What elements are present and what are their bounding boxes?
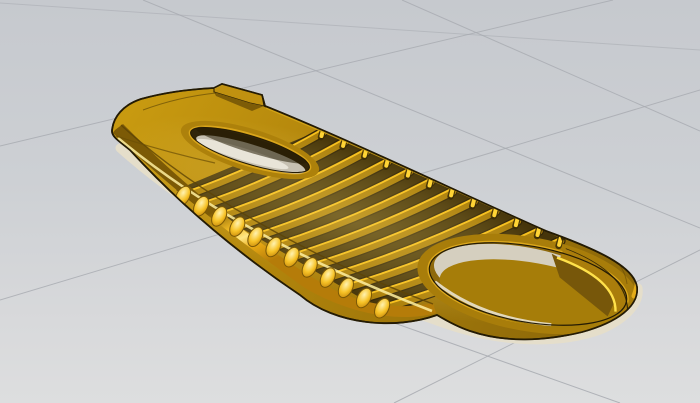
cad-viewport[interactable] xyxy=(0,0,700,403)
viewport-canvas[interactable] xyxy=(0,0,700,403)
